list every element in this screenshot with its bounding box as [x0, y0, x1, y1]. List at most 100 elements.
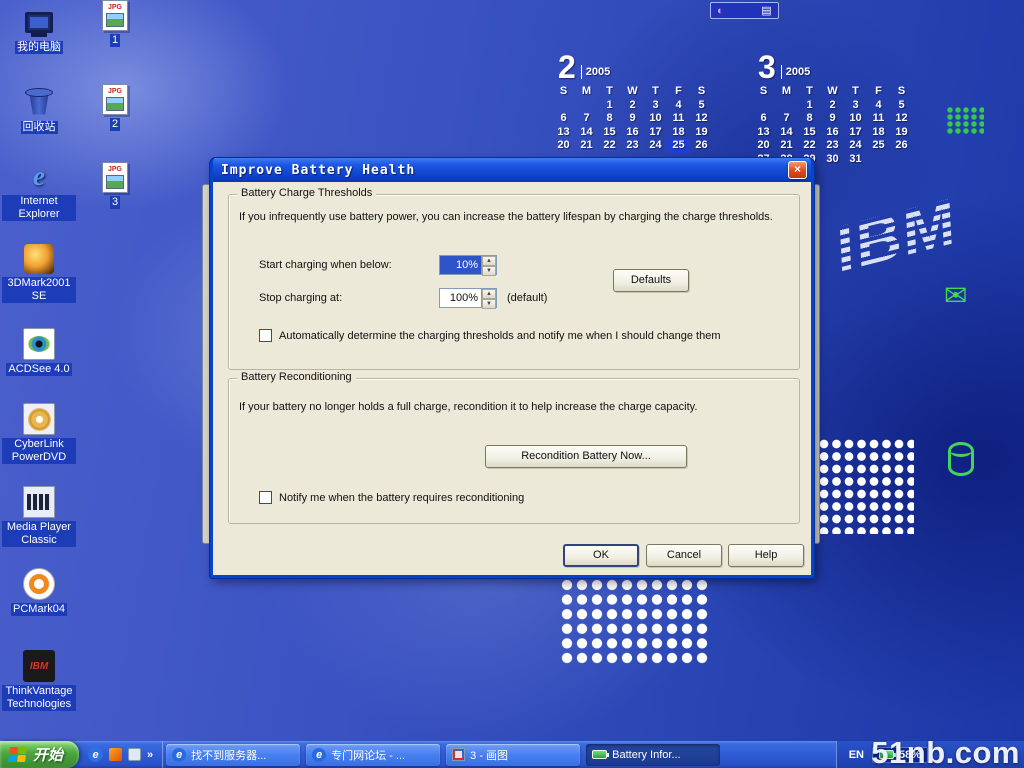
- calendar-day: 21: [775, 139, 798, 153]
- spinner-arrows: ▲▼: [481, 289, 496, 307]
- calendar-day-header: S: [552, 85, 575, 99]
- calendar-day: 31: [844, 153, 867, 167]
- start-threshold-spinner[interactable]: 10% ▲▼: [439, 255, 497, 275]
- pen-icon[interactable]: ✎: [730, 0, 739, 99]
- task-button[interactable]: e 找不到服务器...: [166, 744, 300, 766]
- calendar-day: 8: [798, 112, 821, 126]
- spin-up-icon[interactable]: ▲: [482, 289, 496, 299]
- calendar-day: 19: [690, 126, 713, 140]
- task-button-label: 3 - 画图: [470, 747, 508, 763]
- ie-icon: e: [23, 160, 55, 192]
- calendar-day: 15: [598, 126, 621, 140]
- recycle-bin-icon: [23, 86, 55, 118]
- language-icon[interactable]: ◐: [717, 5, 724, 17]
- battery-charge-thresholds-group: Battery Charge Thresholds If you infrequ…: [228, 194, 800, 370]
- improve-battery-health-dialog: Improve Battery Health × Battery Charge …: [210, 158, 814, 578]
- calendar-grid: SMTWTFS123456789101112131415161718192021…: [752, 85, 913, 166]
- desktop-icon-label: 我的电脑: [15, 41, 63, 54]
- task-button[interactable]: Battery Infor...: [586, 744, 720, 766]
- start-charging-label: Start charging when below:: [259, 259, 392, 271]
- start-button[interactable]: 开始: [0, 741, 79, 768]
- calendar-day-highlighted: 25: [667, 139, 690, 153]
- calendar-day: 17: [844, 126, 867, 140]
- calendar-day: 19: [890, 126, 913, 140]
- defaults-button[interactable]: Defaults: [613, 269, 689, 292]
- dialog-body: Battery Charge Thresholds If you infrequ…: [213, 182, 811, 575]
- calendar-day-header: F: [667, 85, 690, 99]
- desktop-icon-mpc[interactable]: Media Player Classic: [0, 486, 78, 547]
- start-label: 开始: [33, 744, 63, 765]
- stop-threshold-value[interactable]: 100%: [440, 289, 481, 307]
- notify-recondition-checkbox[interactable]: [259, 491, 272, 504]
- media-player-icon[interactable]: [109, 748, 122, 761]
- calendar-day: [552, 99, 575, 113]
- auto-determine-checkbox[interactable]: [259, 329, 272, 342]
- start-threshold-value[interactable]: 10%: [440, 256, 481, 274]
- ime-toolbar[interactable]: ◐✎▦▤: [710, 2, 779, 19]
- desktop-icon-powerdvd[interactable]: CyberLink PowerDVD: [0, 403, 78, 464]
- my-computer-icon: [23, 6, 55, 38]
- default-note: (default): [507, 292, 547, 304]
- calendar-day: 8: [598, 112, 621, 126]
- desktop-icon-jpg-3[interactable]: JPG3: [82, 162, 148, 209]
- calendar-day: 13: [552, 126, 575, 140]
- calendar-day: 9: [821, 112, 844, 126]
- task-button[interactable]: 3 - 画图: [446, 744, 580, 766]
- spin-down-icon[interactable]: ▼: [482, 266, 496, 276]
- notify-recondition-checkbox-row[interactable]: Notify me when the battery requires reco…: [259, 491, 524, 504]
- spin-up-icon[interactable]: ▲: [482, 256, 496, 266]
- desktop-icon-3dmark[interactable]: 3DMark2001 SE: [0, 244, 78, 303]
- calendar-day: 23: [621, 139, 644, 153]
- desktop-icon-label: 1: [110, 34, 120, 47]
- task-button-label: Battery Infor...: [612, 749, 680, 761]
- recondition-battery-button[interactable]: Recondition Battery Now...: [485, 445, 687, 468]
- ie-icon: e: [172, 748, 186, 762]
- desktop-icon-label: 回收站: [21, 121, 58, 134]
- calendar-day-header: M: [775, 85, 798, 99]
- desktop-icon-ie[interactable]: eInternet Explorer: [0, 160, 78, 221]
- ok-button[interactable]: OK: [563, 544, 639, 567]
- cancel-button[interactable]: Cancel: [646, 544, 722, 567]
- desktop-icon-my-computer[interactable]: 我的电脑: [0, 6, 78, 54]
- desktop-icon-jpg-2[interactable]: JPG2: [82, 84, 148, 131]
- calendar-month-header: 32005: [758, 52, 913, 82]
- show-desktop-icon[interactable]: [128, 748, 141, 761]
- close-button[interactable]: ×: [788, 161, 807, 179]
- calendar-day: 5: [890, 99, 913, 113]
- calendar-day: 6: [752, 112, 775, 126]
- calendar-day-header: S: [890, 85, 913, 99]
- calendar-day: 11: [867, 112, 890, 126]
- task-button[interactable]: e专门网论坛 - ...: [306, 744, 440, 766]
- calendar-day: 24: [644, 139, 667, 153]
- mail-icon: ✉: [944, 282, 967, 310]
- internet-explorer-icon[interactable]: e: [88, 747, 103, 762]
- calendar-day: 7: [575, 112, 598, 126]
- help-button[interactable]: Help: [728, 544, 804, 567]
- desktop-icon-jpg-1[interactable]: JPG1: [82, 0, 148, 47]
- desktop-icon-acdsee[interactable]: ACDSee 4.0: [0, 328, 78, 376]
- spinner-arrows: ▲▼: [481, 256, 496, 274]
- task-buttons: e 找不到服务器... e专门网论坛 - ... 3 - 画图 Battery Info…: [163, 744, 836, 766]
- task-button-label: 找不到服务器...: [191, 747, 266, 763]
- stop-threshold-spinner[interactable]: 100% ▲▼: [439, 288, 497, 308]
- calendar-day-header: W: [621, 85, 644, 99]
- dialog-titlebar[interactable]: Improve Battery Health ×: [213, 158, 811, 182]
- desktop-icon-recycle-bin[interactable]: 回收站: [0, 86, 78, 134]
- desktop-icon-thinkvantage[interactable]: IBMThinkVantage Technologies: [0, 650, 78, 711]
- calendar-march: 32005SMTWTFS1234567891011121314151617181…: [752, 52, 913, 166]
- calendar-day: 10: [844, 112, 867, 126]
- auto-determine-checkbox-row[interactable]: Automatically determine the charging thr…: [259, 329, 720, 342]
- database-icon: [948, 442, 974, 476]
- language-indicator[interactable]: EN: [849, 749, 864, 761]
- calendar-grid: SMTWTFS123456789101112131415161718192021…: [552, 85, 713, 153]
- calendar-february: 22005SMTWTFS1234567891011121314151617181…: [552, 52, 713, 153]
- calendar-day: 24: [844, 139, 867, 153]
- spin-down-icon[interactable]: ▼: [482, 299, 496, 309]
- jpg-icon: JPG: [102, 162, 128, 193]
- calendar-day: 9: [621, 112, 644, 126]
- clipboard-icon[interactable]: ▤: [761, 4, 771, 17]
- green-grid-icon: [946, 106, 984, 134]
- expand-chevron-icon[interactable]: »: [147, 749, 153, 761]
- calendar-day: 22: [798, 139, 821, 153]
- desktop-icon-pcmark[interactable]: PCMark04: [0, 568, 78, 616]
